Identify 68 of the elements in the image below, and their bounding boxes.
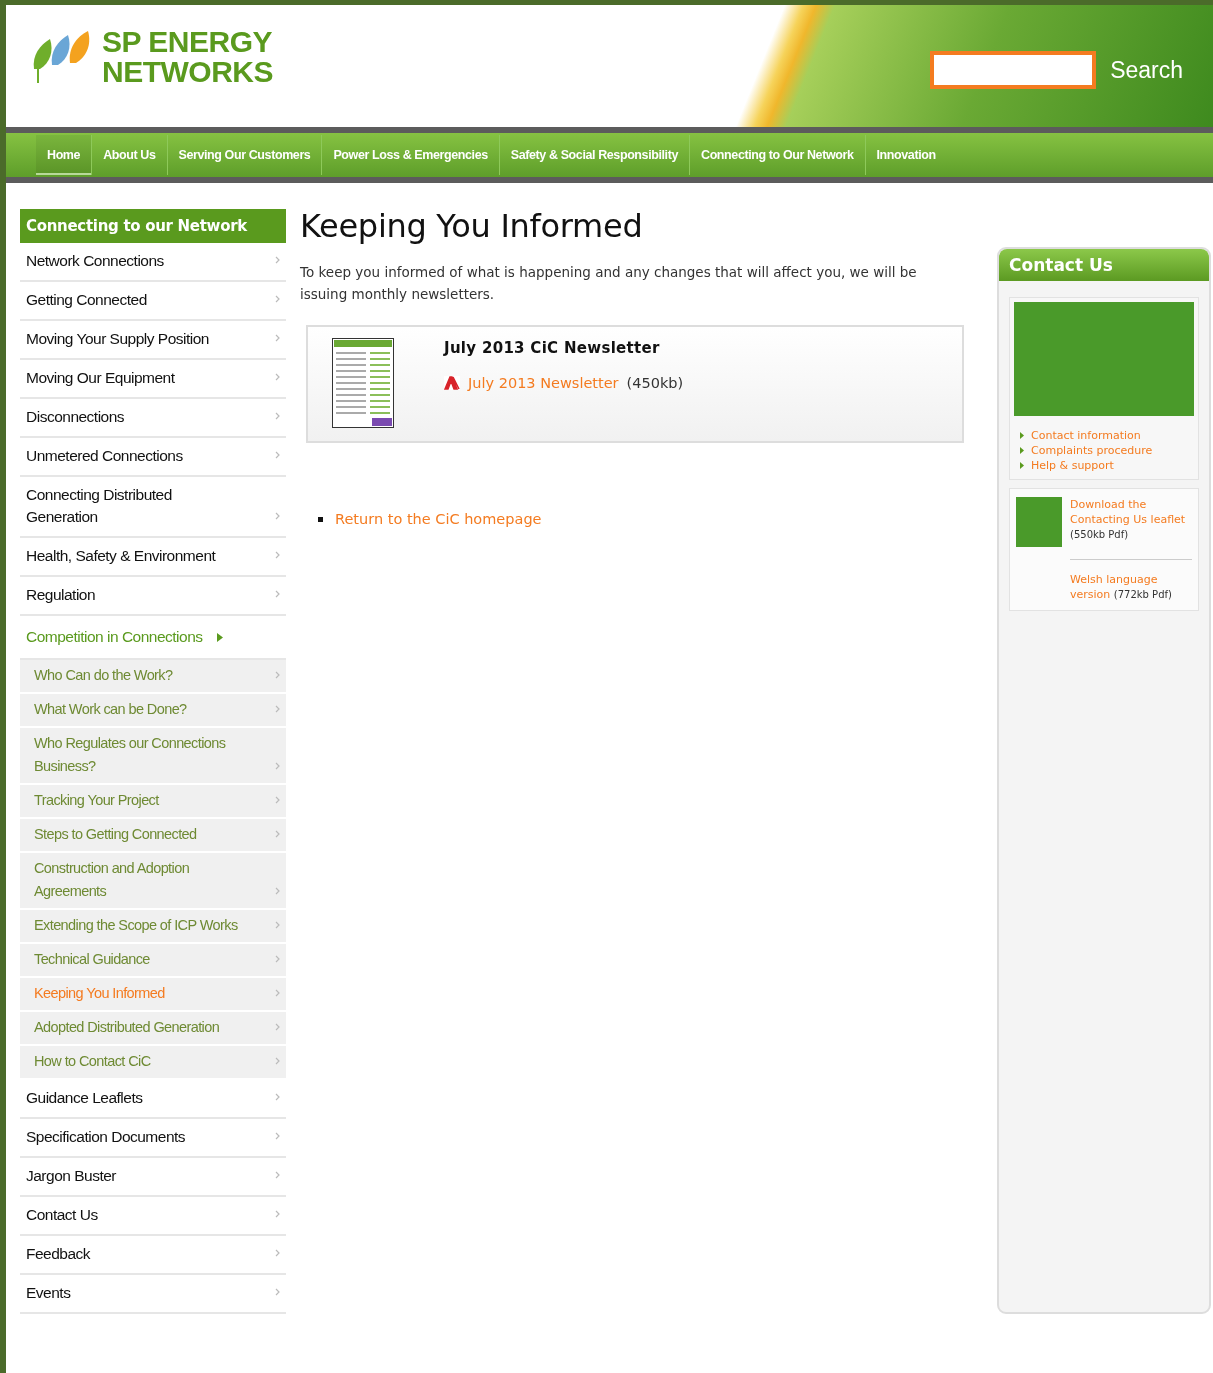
contact-link[interactable]: Contact information (1031, 428, 1141, 443)
chevron-icon (275, 256, 280, 264)
triangle-icon (1020, 462, 1024, 469)
newsletter-title: July 2013 CiC Newsletter (444, 339, 661, 357)
logo-text: NETWORKS (102, 57, 273, 87)
chevron-icon (275, 295, 280, 303)
chevron-icon (275, 1210, 280, 1218)
leaflet-thumbnail (1016, 497, 1062, 547)
nav-tab[interactable]: Connecting to Our Network (690, 135, 866, 175)
download-link[interactable]: Download the Contacting Us leaflet (550kb Pdf) (1070, 497, 1192, 547)
chevron-icon (275, 373, 280, 381)
chevron-icon (275, 671, 280, 679)
intro-text: To keep you informed of what is happening and any changes that will affect you, we will be issuing monthly newsletters. (300, 263, 918, 304)
sidebar-subitem[interactable]: Extending the Scope of ICP Works (20, 910, 286, 944)
chevron-icon (275, 1171, 280, 1179)
chevron-icon (275, 887, 280, 895)
sidebar-subitem[interactable]: Adopted Distributed Generation (20, 1012, 286, 1046)
chevron-icon (275, 796, 280, 804)
chevron-icon (275, 590, 280, 598)
chevron-icon (275, 451, 280, 459)
bullet-icon (318, 516, 323, 522)
sidebar-subitem[interactable]: Construction and Adoption Agreements (20, 853, 286, 910)
sidebar-subitem[interactable]: Who Regulates our Connections Business? (20, 728, 286, 785)
chevron-icon (275, 1093, 280, 1101)
chevron-icon (275, 1249, 280, 1257)
nav-tab[interactable]: Power Loss & Emergencies (322, 135, 500, 175)
logo-text: SP ENERGY (102, 27, 273, 57)
chevron-icon (275, 989, 280, 997)
return-link[interactable]: Return to the CiC homepage (335, 511, 542, 527)
triangle-icon (216, 632, 223, 642)
chevron-icon (275, 1288, 280, 1296)
chevron-icon (275, 1132, 280, 1140)
search-field[interactable] (930, 51, 1097, 89)
chevron-icon (275, 762, 280, 770)
chevron-icon (275, 830, 280, 838)
sidebar-subitem[interactable]: Tracking Your Project (20, 785, 286, 819)
sidebar-subitem[interactable]: Who Can do the Work? (20, 660, 286, 694)
contact-link[interactable]: Complaints procedure (1031, 443, 1153, 458)
sidebar-heading: Connecting to our Network (20, 209, 286, 243)
contact-link[interactable]: Help & support (1031, 458, 1114, 473)
sidebar-subitem[interactable]: What Work can be Done? (20, 694, 286, 728)
nav-tab[interactable]: Safety & Social Responsibility (499, 135, 690, 175)
chevron-icon (275, 334, 280, 342)
triangle-icon (1020, 432, 1024, 439)
chevron-icon (275, 1023, 280, 1031)
nav-tab[interactable]: Serving Our Customers (167, 135, 323, 175)
nav-tab[interactable]: About Us (92, 135, 168, 175)
page-title: Keeping You Informed (300, 207, 644, 245)
chevron-icon (275, 1057, 280, 1065)
sidebar-subitem[interactable]: Steps to Getting Connected (20, 819, 286, 853)
contact-heading: Contact Us (999, 249, 1209, 281)
chevron-icon (275, 705, 280, 713)
pdf-icon (444, 376, 460, 390)
chevron-icon (275, 955, 280, 963)
chevron-icon (275, 412, 280, 420)
nav-tab[interactable]: Home (36, 135, 93, 175)
triangle-icon (1020, 447, 1024, 454)
download-link[interactable]: Welsh language version (772kb Pdf) (1070, 572, 1192, 602)
newsletter-thumbnail-icon (332, 337, 394, 429)
chevron-icon (275, 551, 280, 559)
search-button[interactable]: Search (1110, 52, 1183, 88)
sidebar-subitem[interactable]: Technical Guidance (20, 944, 286, 978)
chevron-icon (275, 921, 280, 929)
chevron-icon (275, 512, 280, 520)
newsletter-link[interactable]: July 2013 Newsletter (468, 375, 619, 391)
sidebar-subitem[interactable]: Keeping You Informed (20, 978, 286, 1012)
nav-tab[interactable]: Innovation (865, 135, 947, 175)
file-size: (450kb) (626, 375, 684, 391)
